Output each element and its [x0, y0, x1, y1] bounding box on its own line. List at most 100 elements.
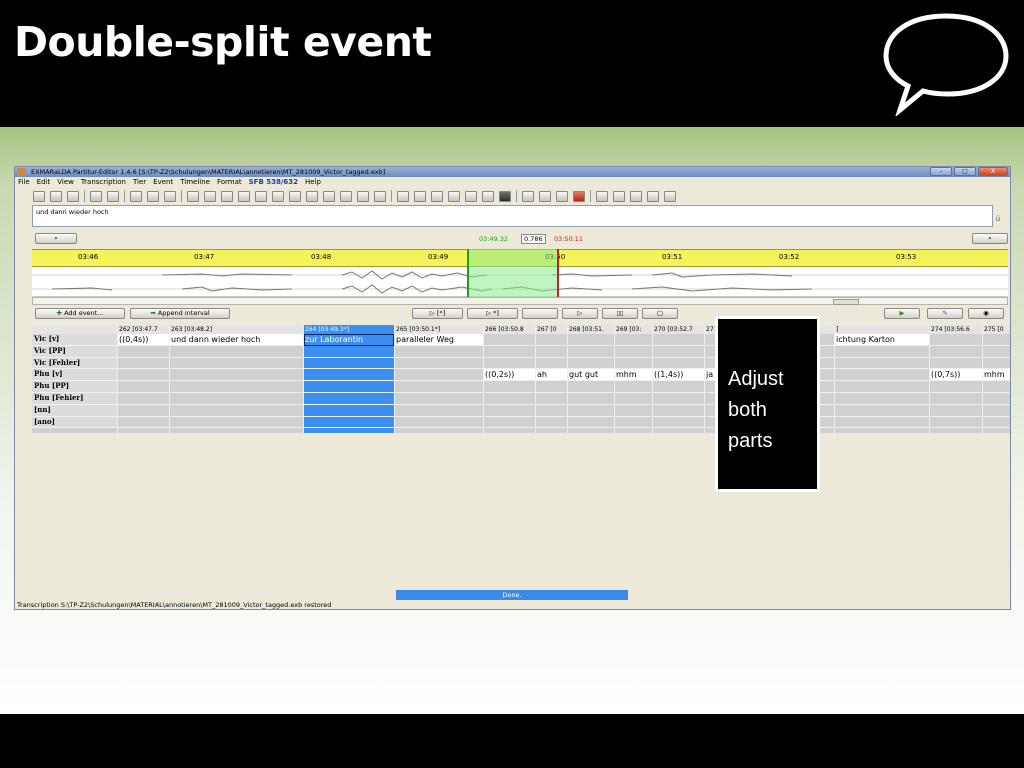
event-cell[interactable]: zur Laborantin — [304, 334, 394, 346]
timeline-column[interactable]: 264 [03:49.3*] zur Laborantin — [303, 325, 394, 433]
timeline-column[interactable]: 268 [03:51. gut gut — [567, 325, 614, 433]
event-cell[interactable] — [536, 346, 567, 358]
event-cell[interactable] — [484, 358, 535, 370]
event-cell[interactable] — [118, 381, 169, 393]
event-cell[interactable] — [615, 381, 652, 393]
event-cell[interactable] — [835, 381, 929, 393]
event-cell[interactable] — [170, 405, 303, 417]
event-cell[interactable] — [653, 358, 704, 370]
event-cell[interactable] — [930, 358, 982, 370]
event-cell[interactable] — [983, 417, 1010, 429]
event-cell[interactable] — [118, 346, 169, 358]
merge-right-icon[interactable] — [272, 190, 284, 202]
event-cell[interactable] — [395, 381, 483, 393]
timeline-column[interactable]: 269 [03: mhm — [614, 325, 652, 433]
insert-break-icon[interactable] — [374, 190, 386, 202]
speakertable-icon[interactable] — [90, 190, 102, 202]
table-edit-icon[interactable] — [630, 190, 642, 202]
event-cell[interactable] — [170, 381, 303, 393]
event-cell[interactable] — [304, 416, 394, 429]
event-cell[interactable]: paralleler Weg — [395, 334, 483, 346]
column-header[interactable]: 263 [03:48.2] — [170, 325, 303, 334]
menu-help[interactable]: Help — [305, 177, 321, 187]
event-cell[interactable] — [395, 358, 483, 370]
timeline-column[interactable]: 267 [0 ah — [535, 325, 567, 433]
minimize-button[interactable]: – — [930, 167, 952, 176]
abc-insert-icon[interactable] — [204, 190, 216, 202]
column-header[interactable]: 268 [03:51. — [568, 325, 614, 334]
event-cell[interactable]: ichtung Karton — [835, 334, 929, 346]
menu-file[interactable]: File — [18, 177, 30, 187]
event-cell[interactable] — [118, 417, 169, 429]
timeline-column[interactable]: 274 [03:56.6 ((0,7s)) — [929, 325, 982, 433]
column-header[interactable]: 262 [03:47.7 — [118, 325, 169, 334]
event-cell[interactable] — [615, 334, 652, 346]
shift-right-icon[interactable] — [340, 190, 352, 202]
column-header[interactable]: 269 [03: — [615, 325, 652, 334]
event-cell[interactable] — [484, 346, 535, 358]
tier-label[interactable]: Phu [v] — [32, 369, 117, 382]
event-cell[interactable] — [615, 346, 652, 358]
menu-format[interactable]: Format — [217, 177, 242, 187]
selected-interval[interactable] — [467, 249, 558, 297]
timeline-column[interactable]: 275 [0 mhm — [982, 325, 1010, 433]
add-event-button[interactable]: ✚ Add event... — [35, 308, 125, 319]
tier-label[interactable]: Vic [Fehler] — [32, 357, 117, 370]
event-cell[interactable] — [170, 417, 303, 429]
event-cell[interactable] — [653, 334, 704, 346]
event-cell[interactable] — [536, 334, 567, 346]
event-cell[interactable] — [930, 417, 982, 429]
event-cell[interactable] — [395, 346, 483, 358]
event-cell[interactable] — [304, 381, 394, 393]
table-list-icon[interactable] — [647, 190, 659, 202]
tier-label[interactable]: Vic [v] — [32, 334, 117, 346]
column-add-icon[interactable] — [522, 190, 534, 202]
event-cell[interactable]: mhm — [615, 369, 652, 382]
waveform-scrollbar[interactable] — [32, 297, 1008, 305]
column-header[interactable]: 270 [03:52.7 — [653, 325, 704, 334]
tier-format-icon[interactable] — [499, 190, 511, 202]
event-cell[interactable] — [304, 404, 394, 417]
event-cell[interactable] — [304, 345, 394, 358]
event-cell[interactable] — [568, 381, 614, 393]
remove-gap-icon[interactable] — [357, 190, 369, 202]
event-cell[interactable] — [568, 334, 614, 346]
menu-sfb[interactable]: SFB 538/632 — [249, 177, 298, 187]
event-cell[interactable] — [395, 369, 483, 382]
event-cell[interactable] — [170, 346, 303, 358]
event-cell[interactable] — [568, 405, 614, 417]
tier-label[interactable]: [nn] — [32, 404, 117, 417]
event-cell[interactable] — [536, 393, 567, 405]
event-cell[interactable]: ((0,4s)) — [118, 334, 169, 346]
event-edit-field[interactable]: und dann wieder hoch — [32, 205, 993, 227]
event-cell[interactable] — [484, 405, 535, 417]
column-header[interactable]: 275 [0 — [983, 325, 1010, 334]
event-cell[interactable] — [395, 405, 483, 417]
event-cell[interactable]: gut gut — [568, 369, 614, 382]
timeline-column[interactable]: 262 [03:47.7 ((0,4s)) — [117, 325, 169, 433]
menu-tier[interactable]: Tier — [133, 177, 146, 187]
event-cell[interactable] — [568, 358, 614, 370]
menu-event[interactable]: Event — [153, 177, 173, 187]
tier-label[interactable]: Vic [PP] — [32, 345, 117, 358]
event-cell[interactable] — [930, 346, 982, 358]
menu-view[interactable]: View — [57, 177, 74, 187]
play-until-button[interactable]: ▷ *] — [467, 308, 518, 319]
event-cell[interactable] — [983, 393, 1010, 405]
event-cell[interactable] — [536, 381, 567, 393]
timeline-column[interactable]: 266 [03:50.8 ((0,2s)) — [483, 325, 535, 433]
event-cell[interactable] — [118, 393, 169, 405]
column-header[interactable]: 266 [03:50.8 — [484, 325, 535, 334]
event-cell[interactable] — [118, 358, 169, 370]
recordings-icon[interactable] — [107, 190, 119, 202]
timeline-icon[interactable] — [221, 190, 233, 202]
event-cell[interactable] — [835, 417, 929, 429]
tier-type-icon[interactable] — [482, 190, 494, 202]
zoom-in-button[interactable]: ⌕ — [972, 233, 1008, 244]
underline-icon[interactable] — [664, 190, 676, 202]
meta-info-icon[interactable] — [130, 190, 142, 202]
tier-up-icon[interactable] — [448, 190, 460, 202]
pause-button[interactable]: ▯▯ — [602, 308, 638, 319]
append-interval-button[interactable]: ➡ Append interval — [130, 308, 230, 319]
play-button[interactable]: ▷ — [562, 308, 598, 319]
